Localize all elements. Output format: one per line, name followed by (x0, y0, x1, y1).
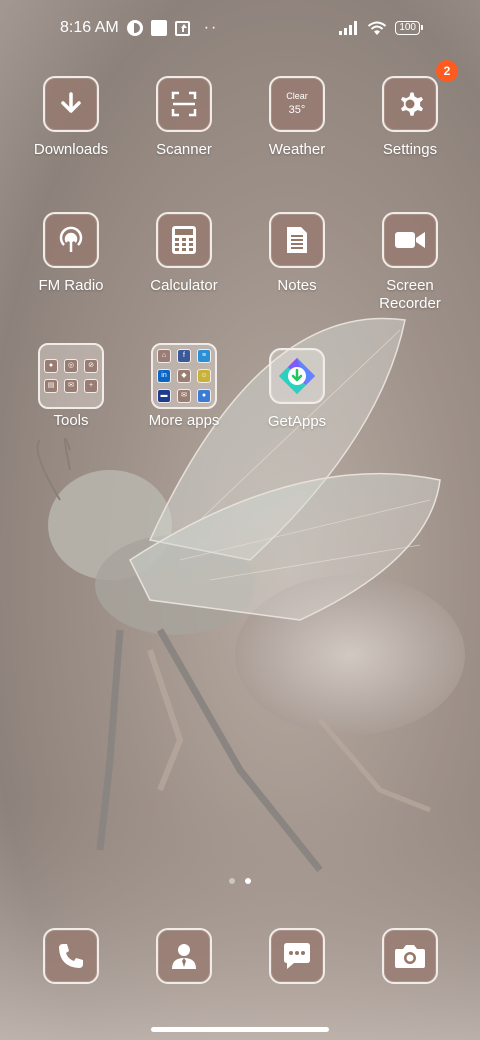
scanner-icon[interactable] (156, 76, 212, 132)
app-scanner[interactable]: Scanner (124, 76, 244, 159)
dock-phone[interactable] (11, 928, 131, 984)
calculator-icon[interactable] (156, 212, 212, 268)
app-label: Notes (277, 277, 317, 294)
status-bar: 8:16 AM ·· 100 (0, 0, 480, 56)
app-label: GetApps (267, 413, 327, 430)
app-label: Scanner (156, 141, 212, 158)
app-downloads[interactable]: Downloads (11, 76, 131, 159)
gear-icon[interactable]: 2 (382, 60, 458, 132)
app-label: Downloads (33, 141, 109, 158)
app-label: FM Radio (38, 277, 104, 294)
dnd-icon (126, 20, 143, 36)
dock-contacts[interactable] (124, 928, 244, 984)
dock-camera[interactable] (350, 928, 470, 984)
dock-messages[interactable] (237, 928, 357, 984)
folder-icon[interactable]: ● ◎ ⊘ ▤ ✉ + (38, 343, 104, 409)
notes-icon[interactable] (269, 212, 325, 268)
folder-tools[interactable]: ● ◎ ⊘ ▤ ✉ + Tools (11, 343, 131, 430)
messages-icon[interactable] (269, 928, 325, 984)
folder-more-apps[interactable]: ⌂ f ≡ in ◆ ☺ ▬ ✉ ● More apps (124, 343, 244, 430)
home-indicator[interactable] (151, 1027, 329, 1032)
notification-badge: 2 (436, 60, 458, 82)
phone-icon[interactable] (43, 928, 99, 984)
upload-icon (174, 20, 190, 36)
mail-icon: ✉ (177, 389, 191, 403)
browser-icon: ≡ (197, 349, 211, 363)
signal-icon (339, 21, 359, 35)
weather-icon[interactable]: Clear 35° (269, 76, 325, 132)
square-icon (150, 20, 167, 36)
app-calculator[interactable]: Calculator (124, 212, 244, 295)
facebook-icon: f (177, 349, 191, 363)
app-settings[interactable]: 2 Settings (350, 60, 470, 159)
weather-condition: Clear (286, 90, 308, 101)
clock: 8:16 AM (60, 19, 119, 36)
video-camera-icon[interactable] (382, 212, 438, 268)
plus-icon: + (84, 379, 98, 393)
page-indicator (0, 878, 480, 884)
battery-icon: 100 (395, 21, 423, 35)
contacts-icon[interactable] (156, 928, 212, 984)
app-label: Weather (268, 141, 326, 158)
wifi-icon (367, 21, 387, 36)
label-line2: Recorder (379, 295, 441, 312)
wallet-icon: ● (197, 389, 211, 403)
no-icon: ⊘ (84, 359, 98, 373)
mic-icon: ● (44, 359, 58, 373)
app-label: Tools (53, 412, 89, 429)
app-icon: ◆ (177, 369, 191, 383)
app-weather[interactable]: Clear 35° Weather (237, 76, 357, 159)
folder-icon[interactable]: ⌂ f ≡ in ◆ ☺ ▬ ✉ ● (151, 343, 217, 409)
more-dots-icon: ·· (203, 19, 219, 36)
app-label: Screen Recorder (350, 277, 470, 313)
app-fm-radio[interactable]: FM Radio (11, 212, 131, 295)
app-getapps[interactable]: GetApps (237, 348, 357, 431)
app-label: More apps (148, 412, 220, 429)
camera-icon[interactable] (382, 928, 438, 984)
app-screen-recorder[interactable]: Screen Recorder (350, 212, 470, 313)
page-dot (229, 878, 235, 884)
label-line1: Screen (386, 277, 434, 294)
weather-temp: 35° (288, 104, 306, 117)
getapps-icon[interactable] (269, 348, 325, 404)
radio-icon[interactable] (43, 212, 99, 268)
snap-icon: ☺ (197, 369, 211, 383)
download-icon[interactable] (43, 76, 99, 132)
file-icon: ▤ (44, 379, 58, 393)
app-notes[interactable]: Notes (237, 212, 357, 295)
cart-icon: ⌂ (157, 349, 171, 363)
app-label: Calculator (150, 277, 218, 294)
status-left: 8:16 AM ·· (60, 19, 218, 37)
status-right: 100 (339, 21, 423, 36)
linkedin-icon: in (157, 369, 171, 383)
feedback-icon: ✉ (64, 379, 78, 393)
news-icon: ▬ (157, 389, 171, 403)
page-dot-active (245, 878, 251, 884)
compass-icon: ◎ (64, 359, 78, 373)
app-label: Settings (382, 141, 438, 158)
